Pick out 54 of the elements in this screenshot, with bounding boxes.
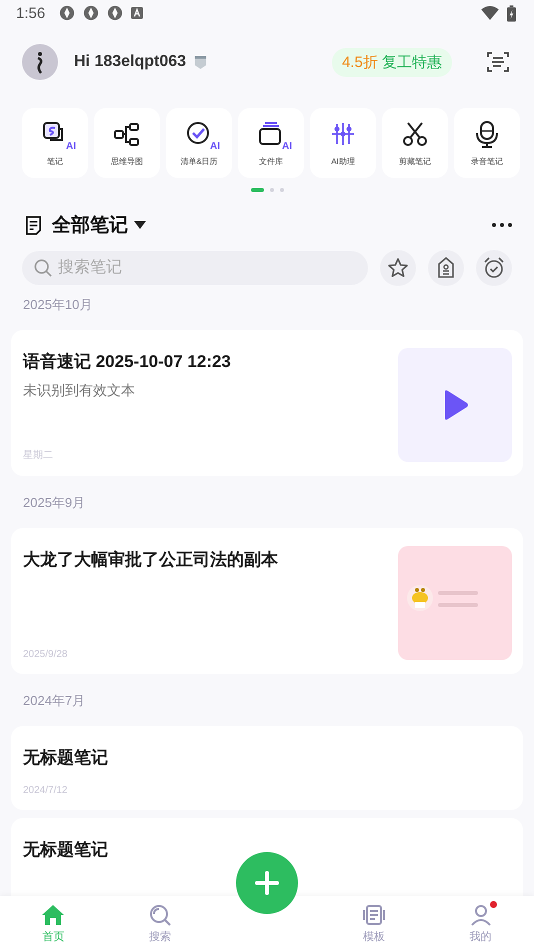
note-snippet: 未识别到有效文本: [23, 382, 136, 400]
star-button[interactable]: [380, 250, 416, 286]
tool-button[interactable]: AI 清单&日历: [166, 108, 232, 178]
document-icon: [362, 902, 386, 926]
status-time: 1:56: [16, 4, 46, 22]
app-notification-icon: [59, 5, 76, 21]
notebook-dropdown[interactable]: 全部笔记: [52, 212, 146, 238]
tool-button[interactable]: AI 笔记: [22, 108, 88, 178]
keyboard-notification-icon: [131, 7, 144, 19]
app-notification-icon: [83, 5, 100, 21]
document-icon: [25, 216, 42, 234]
tag-button[interactable]: [428, 250, 464, 286]
microphone-icon: [473, 120, 501, 148]
tool-button[interactable]: 剪藏笔记: [382, 108, 448, 178]
star-icon: [386, 256, 410, 280]
alarm-clock-icon: [482, 256, 506, 280]
note-card[interactable]: 无标题笔记: [11, 818, 523, 896]
note-card[interactable]: 语音速记 2025-10-07 12:23 未识别到有效文本 星期二: [11, 330, 523, 476]
note-card[interactable]: 大龙了大幅审批了公正司法的副本 2025/9/28: [11, 528, 523, 674]
ai-label: AI: [282, 142, 292, 152]
tool-button[interactable]: 录音笔记: [454, 108, 520, 178]
search-icon: [148, 902, 172, 926]
note-card[interactable]: 无标题笔记 2024/7/12: [11, 726, 523, 810]
plus-icon: [254, 871, 279, 895]
month-heading: 2025年10月: [22, 296, 94, 314]
tool-button[interactable]: AI 文件库: [238, 108, 304, 178]
note-date: 2025/9/28: [23, 648, 68, 660]
app-notification-icon: [107, 5, 124, 21]
month-heading: 2025年9月: [22, 494, 86, 512]
home-icon: [41, 902, 66, 926]
note-date: 2024/7/12: [23, 784, 68, 796]
scissors-icon: [401, 120, 429, 148]
ai-label: AI: [66, 142, 76, 152]
note-title: 大龙了大幅审批了公正司法的副本: [23, 549, 279, 571]
user-greeting: Hi 183elqpt063: [74, 53, 186, 71]
month-heading: 2024年7月: [22, 692, 86, 710]
note-title: 语音速记 2025-10-07 12:23: [23, 351, 232, 373]
note-title: 无标题笔记: [23, 747, 109, 769]
shield-badge-icon: [194, 54, 208, 70]
audio-thumbnail[interactable]: [398, 348, 512, 462]
ai-label: AI: [210, 142, 220, 152]
wifi-icon: [481, 6, 499, 20]
more-icon[interactable]: [492, 223, 512, 227]
person-icon: [468, 902, 493, 926]
scan-icon[interactable]: [486, 50, 510, 74]
tool-button[interactable]: AI助理: [310, 108, 376, 178]
search-field[interactable]: 搜索笔记: [22, 251, 368, 285]
note-date: 星期二: [23, 448, 54, 462]
avatar[interactable]: [22, 44, 58, 80]
battery-icon: [507, 4, 516, 22]
note-title: 无标题笔记: [23, 839, 109, 861]
caret-icon: [134, 221, 146, 229]
tool-button[interactable]: 思维导图: [94, 108, 160, 178]
alarm-clock-button[interactable]: [476, 250, 512, 286]
